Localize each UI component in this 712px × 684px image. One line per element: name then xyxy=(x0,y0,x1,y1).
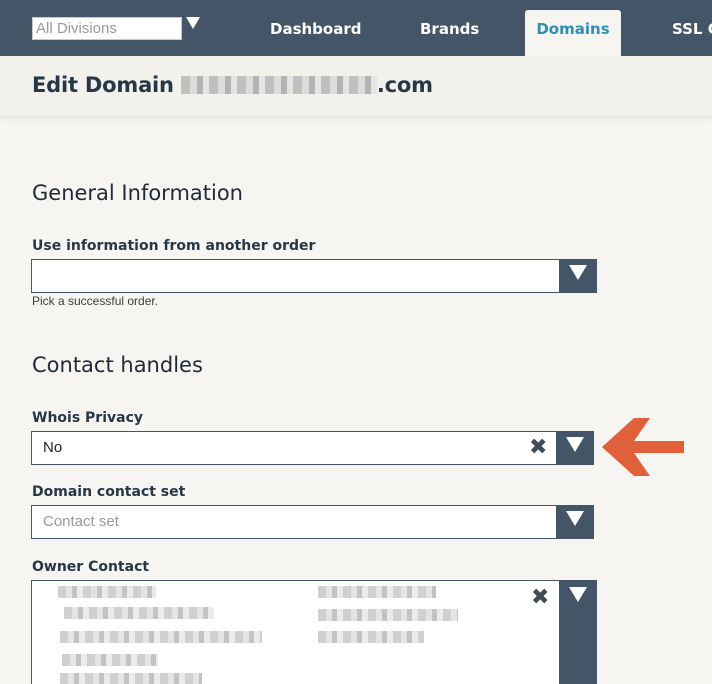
page-title-suffix: .com xyxy=(376,73,433,97)
chevron-down-icon xyxy=(569,265,587,280)
use-info-label: Use information from another order xyxy=(32,238,316,254)
tab-dashboard[interactable]: Dashboard xyxy=(270,10,361,56)
use-info-select[interactable] xyxy=(31,259,597,293)
redacted-domain-name xyxy=(180,76,377,94)
redacted-text xyxy=(62,654,158,666)
contact-set-select[interactable]: Contact set xyxy=(31,505,594,539)
redacted-text xyxy=(64,607,214,619)
whois-privacy-label: Whois Privacy xyxy=(32,410,143,426)
redacted-text xyxy=(58,586,156,598)
redacted-text xyxy=(60,631,262,643)
annotation-arrow-icon xyxy=(602,418,684,476)
page-title-prefix: Edit Domain xyxy=(32,73,181,97)
use-info-help: Pick a successful order. xyxy=(32,294,159,308)
tab-brands[interactable]: Brands xyxy=(420,10,479,56)
redacted-text xyxy=(318,609,458,621)
redacted-text xyxy=(318,586,436,598)
tab-ssl[interactable]: SSL C xyxy=(672,10,712,56)
redacted-text xyxy=(60,673,202,684)
clear-icon[interactable]: ✖ xyxy=(529,437,547,459)
chevron-down-icon xyxy=(566,437,584,452)
chevron-down-icon xyxy=(566,511,584,526)
page-title: Edit Domain .com xyxy=(32,73,433,97)
division-select[interactable]: All Divisions xyxy=(32,17,182,40)
clear-icon[interactable]: ✖ xyxy=(531,587,549,609)
contact-handles-heading: Contact handles xyxy=(32,353,203,377)
chevron-down-icon[interactable] xyxy=(186,17,200,29)
chevron-down-icon xyxy=(569,587,587,602)
whois-privacy-dropdown-button[interactable] xyxy=(556,431,594,465)
owner-contact-dropdown-button[interactable] xyxy=(559,580,597,684)
owner-contact-select[interactable]: ✖ xyxy=(31,580,597,684)
domain-contact-set-label: Domain contact set xyxy=(32,484,186,500)
use-info-dropdown-button[interactable] xyxy=(559,259,597,293)
redacted-text xyxy=(318,631,424,643)
whois-privacy-select[interactable]: No ✖ xyxy=(31,431,594,465)
tab-domains[interactable]: Domains xyxy=(525,10,621,56)
contact-set-placeholder: Contact set xyxy=(43,513,119,530)
contact-set-dropdown-button[interactable] xyxy=(556,505,594,539)
general-information-heading: General Information xyxy=(32,181,243,205)
owner-contact-label: Owner Contact xyxy=(32,559,150,575)
whois-privacy-value: No xyxy=(43,439,63,456)
top-navigation: All Divisions Dashboard Brands Domains S… xyxy=(0,0,712,56)
